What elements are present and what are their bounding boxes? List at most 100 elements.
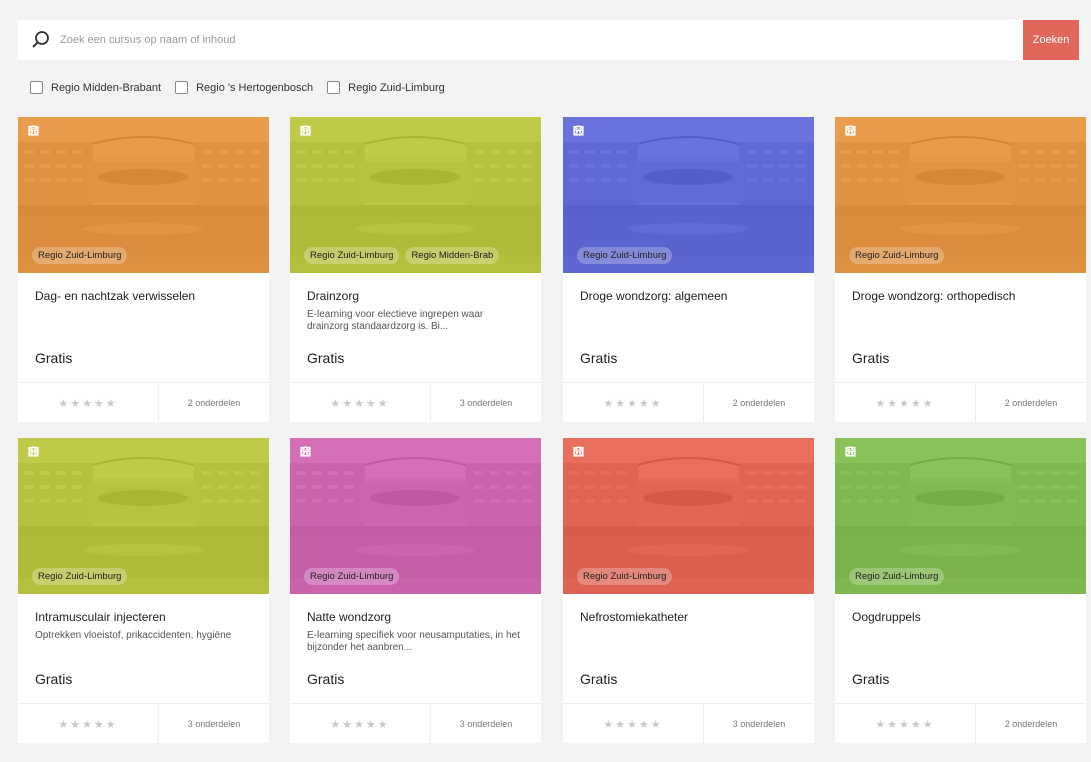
card-footer: ★★★★★ 3 onderdelen [563, 703, 814, 743]
course-title: Dag- en nachtzak verwisselen [35, 289, 196, 303]
star-rating[interactable]: ★★★★★ [18, 383, 159, 422]
star-rating[interactable]: ★★★★★ [18, 704, 159, 743]
course-image: Regio Zuid-Limburg [563, 117, 814, 273]
region-tag: Regio Zuid-Limburg [577, 568, 673, 585]
region-filters: Regio Midden-Brabant Regio 's Hertogenbo… [30, 81, 459, 94]
course-card[interactable]: Regio Zuid-Limburg Regio Midden-Brab Drai… [290, 117, 541, 422]
filter-checkbox[interactable] [30, 81, 43, 94]
calendar-icon [845, 446, 871, 457]
parts-count: 3 onderdelen [732, 719, 786, 729]
course-price: Gratis [35, 671, 73, 687]
course-description: E-learning specifiek voor neusamputaties… [307, 630, 520, 653]
course-type-icons [573, 125, 599, 136]
course-type-icons [300, 125, 326, 136]
course-title: Droge wondzorg: algemeen [580, 289, 728, 303]
search-bar: Zoeken [18, 20, 1079, 60]
region-tag: Regio Zuid-Limburg [304, 568, 400, 585]
filter-checkbox[interactable] [175, 81, 189, 94]
course-title: Drainzorg [307, 289, 360, 303]
card-footer: ★★★★★ 3 onderdelen [290, 703, 541, 743]
region-tags: Regio Zuid-Limburg Regio Midden-Brab [304, 247, 500, 264]
search-icon [30, 29, 52, 51]
course-title: Natte wondzorg [307, 610, 392, 624]
course-description: E-learning voor electieve ingrepen waar … [307, 309, 484, 332]
course-card[interactable]: Regio Zuid-Limburg Dag- en nachtzak verw… [18, 117, 269, 422]
star-rating[interactable]: ★★★★★ [563, 704, 704, 743]
course-price: Gratis [580, 350, 618, 366]
filter-checkbox[interactable] [327, 81, 341, 94]
filter-midden-brabant[interactable]: Regio Midden-Brabant [30, 81, 161, 94]
parts-count: 2 onderdelen [732, 398, 786, 408]
card-footer: ★★★★★ 2 onderdelen [835, 703, 1086, 743]
course-type-icons [28, 125, 54, 136]
course-title: Nefrostomiekatheter [580, 610, 689, 624]
filter-label: Regio Zuid-Limburg [348, 81, 445, 94]
course-image: Regio Zuid-Limburg [18, 438, 269, 594]
card-footer: ★★★★★ 3 onderdelen [18, 703, 269, 743]
parts-count: 3 onderdelen [459, 719, 513, 729]
course-card[interactable]: Regio Zuid-Limburg Nefrostomiekatheter G… [563, 438, 814, 743]
course-card[interactable]: Regio Zuid-Limburg Natte wondzorg E-lear… [290, 438, 541, 743]
parts-count: 2 onderdelen [1004, 398, 1058, 408]
search-input[interactable] [58, 20, 1023, 60]
calendar-icon [28, 446, 54, 457]
course-title: Oogdruppels [852, 610, 921, 624]
star-rating[interactable]: ★★★★★ [835, 704, 976, 743]
card-footer: ★★★★★ 2 onderdelen [835, 382, 1086, 422]
region-tags: Regio Zuid-Limburg [577, 247, 673, 264]
course-image: Regio Zuid-Limburg [835, 117, 1086, 273]
region-tag: Regio Zuid-Limburg [304, 247, 400, 264]
region-tag: Regio Zuid-Limburg [849, 568, 945, 585]
course-type-icons [573, 446, 599, 457]
star-rating[interactable]: ★★★★★ [290, 383, 431, 422]
calendar-icon [28, 125, 54, 136]
course-price: Gratis [852, 671, 890, 687]
course-card[interactable]: Regio Zuid-Limburg Intramusculair inject… [18, 438, 269, 743]
course-card[interactable]: Regio Zuid-Limburg Droge wondzorg: ortho… [835, 117, 1086, 422]
course-type-icons [300, 446, 326, 457]
course-price: Gratis [852, 350, 890, 366]
calendar-icon [573, 446, 599, 457]
course-image: Regio Zuid-Limburg [290, 438, 541, 594]
course-image: Regio Zuid-Limburg [18, 117, 269, 273]
course-card[interactable]: Regio Zuid-Limburg Droge wondzorg: algem… [563, 117, 814, 422]
region-tags: Regio Zuid-Limburg [849, 568, 945, 585]
region-tags: Regio Zuid-Limburg [32, 568, 128, 585]
card-footer: ★★★★★ 3 onderdelen [290, 382, 541, 422]
star-rating[interactable]: ★★★★★ [563, 383, 704, 422]
course-price: Gratis [580, 671, 618, 687]
region-tag: Regio Zuid-Limburg [577, 247, 673, 264]
course-image: Regio Zuid-Limburg Regio Midden-Brab [290, 117, 541, 273]
region-tags: Regio Zuid-Limburg [849, 247, 945, 264]
course-type-icons [28, 446, 54, 457]
course-price: Gratis [307, 350, 345, 366]
course-description: Optrekken vloeistof, prikaccidenten, hyg… [35, 630, 232, 641]
filter-hertogenbosch[interactable]: Regio 's Hertogenbosch [175, 81, 313, 94]
calendar-icon [845, 125, 871, 136]
course-price: Gratis [307, 671, 345, 687]
course-image: Regio Zuid-Limburg [835, 438, 1086, 594]
course-type-icons [845, 125, 871, 136]
region-tag: Regio Zuid-Limburg [32, 568, 128, 585]
calendar-icon [300, 125, 326, 136]
search-button[interactable]: Zoeken [1023, 20, 1079, 60]
filter-label: Regio Midden-Brabant [51, 81, 162, 94]
region-tag: Regio Zuid-Limburg [32, 247, 128, 264]
card-footer: ★★★★★ 2 onderdelen [18, 382, 269, 422]
star-rating[interactable]: ★★★★★ [290, 704, 431, 743]
star-rating[interactable]: ★★★★★ [835, 383, 976, 422]
region-tags: Regio Zuid-Limburg [32, 247, 128, 264]
parts-count: 3 onderdelen [459, 398, 513, 408]
region-tags: Regio Zuid-Limburg [304, 568, 400, 585]
course-price: Gratis [35, 350, 73, 366]
parts-count: 2 onderdelen [187, 398, 241, 408]
filter-zuid-limburg[interactable]: Regio Zuid-Limburg [327, 81, 445, 94]
course-title: Droge wondzorg: orthopedisch [852, 289, 1016, 303]
course-title: Intramusculair injecteren [35, 610, 166, 624]
region-tag: Regio Midden-Brab [405, 247, 500, 264]
course-type-icons [845, 446, 871, 457]
parts-count: 2 onderdelen [1004, 719, 1058, 729]
course-card[interactable]: Regio Zuid-Limburg Oogdruppels Gratis ★★… [835, 438, 1086, 743]
filter-label: Regio 's Hertogenbosch [196, 81, 314, 94]
calendar-icon [573, 125, 599, 136]
